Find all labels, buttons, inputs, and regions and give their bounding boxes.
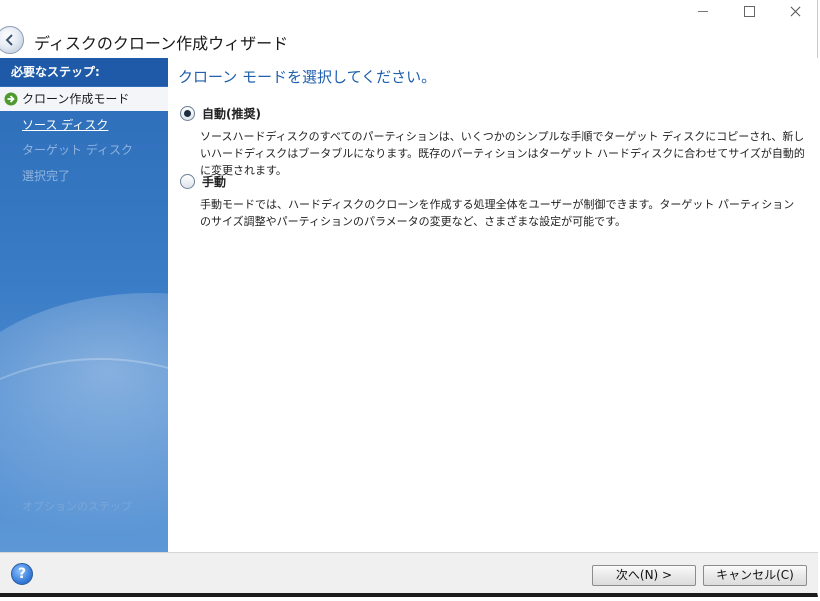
steps-sidebar: 必要なステップ: クローン作成モード ソース ディスク ターゲット ディスク 選… [0, 58, 168, 552]
step-source-disk[interactable]: ソース ディスク [0, 113, 168, 137]
maximize-button[interactable] [726, 0, 772, 22]
optional-steps-label: オプションのステップ [22, 500, 132, 513]
wizard-header: ディスクのクローン作成ウィザード [0, 22, 817, 58]
page-title: クローン モードを選択してください。 [178, 68, 437, 86]
cancel-button[interactable]: キャンセル(C) [703, 565, 807, 586]
manual-label[interactable]: 手動 [202, 173, 226, 190]
current-step-arrow-icon [4, 92, 18, 106]
back-button[interactable] [0, 26, 24, 54]
manual-radio[interactable] [180, 174, 195, 189]
step-target-disk: ターゲット ディスク [22, 143, 133, 157]
automatic-description: ソースハードディスクのすべてのパーティションは、いくつかのシンプルな手順でターゲ… [200, 130, 805, 177]
step-label: クローン作成モード [22, 92, 130, 106]
main-content: クローン モードを選択してください。 自動(推奨) ソースハードディスクのすべて… [168, 58, 818, 552]
help-icon[interactable]: ? [11, 563, 33, 585]
step-clone-mode[interactable]: クローン作成モード [0, 87, 168, 111]
steps-header: 必要なステップ: [0, 58, 168, 86]
close-button[interactable] [772, 0, 818, 22]
wizard-window: ディスクのクローン作成ウィザード 必要なステップ: クローン作成モード ソース … [0, 0, 818, 597]
minimize-button[interactable] [680, 0, 726, 22]
back-arrow-icon [5, 34, 13, 46]
step-finish: 選択完了 [22, 169, 71, 183]
next-button[interactable]: 次へ(N) > [592, 565, 696, 586]
automatic-radio[interactable] [180, 106, 195, 121]
footer-bar: ? 次へ(N) > キャンセル(C) [0, 552, 818, 593]
automatic-label[interactable]: 自動(推奨) [202, 105, 261, 122]
wizard-title: ディスクのクローン作成ウィザード [34, 34, 289, 53]
manual-description: 手動モードでは、ハードディスクのクローンを作成する処理全体をユーザーが制御できま… [200, 198, 795, 228]
